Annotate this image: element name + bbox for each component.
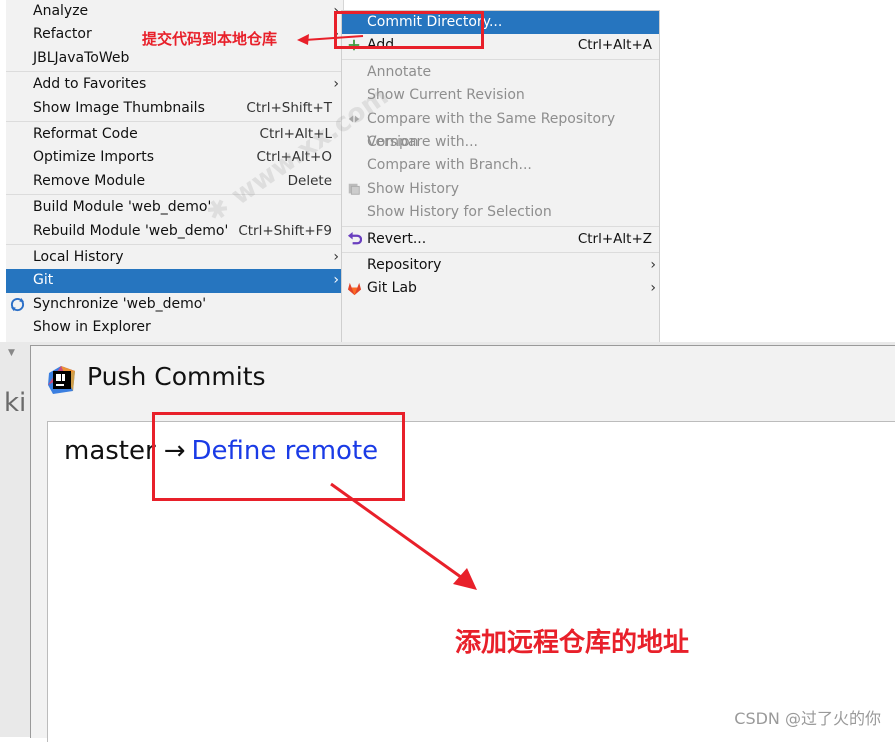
menu-item-local-history[interactable]: Local History › bbox=[6, 246, 343, 269]
git-menu-item-revert[interactable]: Revert... Ctrl+Alt+Z bbox=[342, 228, 659, 251]
git-menu-item-compare-with-the-same-repository-version: Compare with the Same Repository Version bbox=[342, 108, 659, 150]
menu-item-label: Show History for Selection bbox=[367, 204, 552, 221]
csdn-watermark: CSDN @过了火的你 bbox=[734, 709, 881, 728]
menu-separator bbox=[6, 243, 343, 245]
revert-icon bbox=[346, 231, 362, 248]
menu-item-label: Optimize Imports bbox=[33, 149, 154, 166]
menu-item-build-module-web-demo[interactable]: Build Module 'web_demo' bbox=[6, 196, 343, 219]
menu-item-jbljavatoweb[interactable]: JBLJavaToWeb bbox=[6, 47, 343, 70]
git-menu-item-compare-with-branch: Compare with Branch... bbox=[342, 154, 659, 177]
git-menu-item-annotate: Annotate bbox=[342, 61, 659, 84]
menu-item-rebuild-module-web-demo[interactable]: Rebuild Module 'web_demo' Ctrl+Shift+F9 bbox=[6, 220, 343, 243]
history-icon bbox=[346, 182, 362, 198]
menu-item-label: Revert... bbox=[367, 230, 427, 247]
menu-item-label: Compare with Branch... bbox=[367, 157, 532, 174]
menu-item-label: Analyze bbox=[33, 3, 89, 19]
menu-item-shortcut: Ctrl+Alt+A bbox=[577, 37, 652, 54]
submenu-arrow-icon: › bbox=[333, 76, 339, 93]
git-menu-item-show-history: Show History bbox=[342, 178, 659, 201]
editor-edge-text: ki bbox=[4, 388, 27, 418]
menu-item-label: Add to Favorites bbox=[33, 76, 147, 93]
menu-item-shortcut: Ctrl+Alt+Z bbox=[577, 230, 652, 247]
local-branch-name: master bbox=[64, 436, 156, 466]
menu-item-label: Remove Module bbox=[33, 172, 146, 189]
menu-item-label: Synchronize 'web_demo' bbox=[33, 295, 207, 312]
git-menu-item-compare-with: Compare with... bbox=[342, 131, 659, 154]
menu-item-label: Refactor bbox=[33, 26, 92, 43]
menu-item-label: Annotate bbox=[367, 63, 432, 80]
git-menu-item-show-history-for-selection: Show History for Selection bbox=[342, 201, 659, 224]
menu-item-show-in-explorer[interactable]: Show in Explorer bbox=[6, 316, 343, 339]
menu-separator bbox=[342, 58, 659, 60]
submenu-arrow-icon: › bbox=[333, 272, 339, 289]
menu-item-label: Compare with... bbox=[367, 133, 479, 150]
submenu-arrow-icon: › bbox=[333, 248, 339, 265]
menu-item-label: Show History bbox=[367, 180, 460, 197]
remote-annotation-arrow bbox=[330, 482, 477, 590]
menu-item-label: Rebuild Module 'web_demo' bbox=[33, 222, 229, 239]
menu-separator bbox=[6, 120, 343, 122]
menu-item-analyze[interactable]: Analyze › bbox=[6, 0, 343, 23]
menu-item-label: Git Lab bbox=[367, 280, 417, 297]
menu-item-label: Show in Explorer bbox=[33, 319, 151, 336]
menu-item-label: Local History bbox=[33, 248, 124, 265]
menu-item-label: Build Module 'web_demo' bbox=[33, 199, 212, 216]
dialog-title: Push Commits bbox=[87, 362, 266, 391]
menu-item-git[interactable]: Git › bbox=[6, 269, 343, 293]
menu-item-label: Reformat Code bbox=[33, 125, 138, 142]
menu-item-label: Git bbox=[33, 272, 54, 289]
remote-annotation: 添加远程仓库的地址 bbox=[455, 628, 690, 658]
git-submenu: Commit Directory... Add Ctrl+Alt+A Annotate… bbox=[341, 10, 660, 344]
git-menu-item-repository[interactable]: Repository › bbox=[342, 254, 659, 277]
menu-item-label: JBLJavaToWeb bbox=[33, 49, 130, 66]
intellij-app-icon bbox=[48, 366, 75, 394]
menu-item-label: Repository bbox=[367, 256, 442, 273]
menu-item-synchronize-web-demo[interactable]: Synchronize 'web_demo' bbox=[6, 293, 343, 316]
menu-separator bbox=[342, 251, 659, 253]
submenu-arrow-icon: › bbox=[650, 256, 656, 273]
menu-item-shortcut: Ctrl+Shift+F9 bbox=[238, 222, 332, 239]
sync-icon bbox=[10, 297, 25, 312]
gitlab-icon bbox=[346, 281, 362, 297]
menu-item-show-image-thumbnails[interactable]: Show Image Thumbnails Ctrl+Shift+T bbox=[6, 97, 343, 120]
menu-item-label: Show Image Thumbnails bbox=[33, 99, 205, 116]
menu-separator bbox=[6, 71, 343, 73]
commit-annotation: 提交代码到本地仓库 bbox=[142, 30, 278, 48]
git-menu-item-git-lab[interactable]: Git Lab › bbox=[342, 277, 659, 300]
submenu-arrow-icon: › bbox=[650, 280, 656, 297]
collapse-triangle-icon[interactable]: ▼ bbox=[8, 348, 15, 358]
menu-separator bbox=[6, 194, 343, 196]
menu-separator bbox=[342, 225, 659, 227]
commit-directory-highlight bbox=[334, 11, 484, 49]
menu-item-add-to-favorites[interactable]: Add to Favorites › bbox=[6, 73, 343, 96]
menu-item-shortcut: Ctrl+Shift+T bbox=[246, 99, 332, 116]
